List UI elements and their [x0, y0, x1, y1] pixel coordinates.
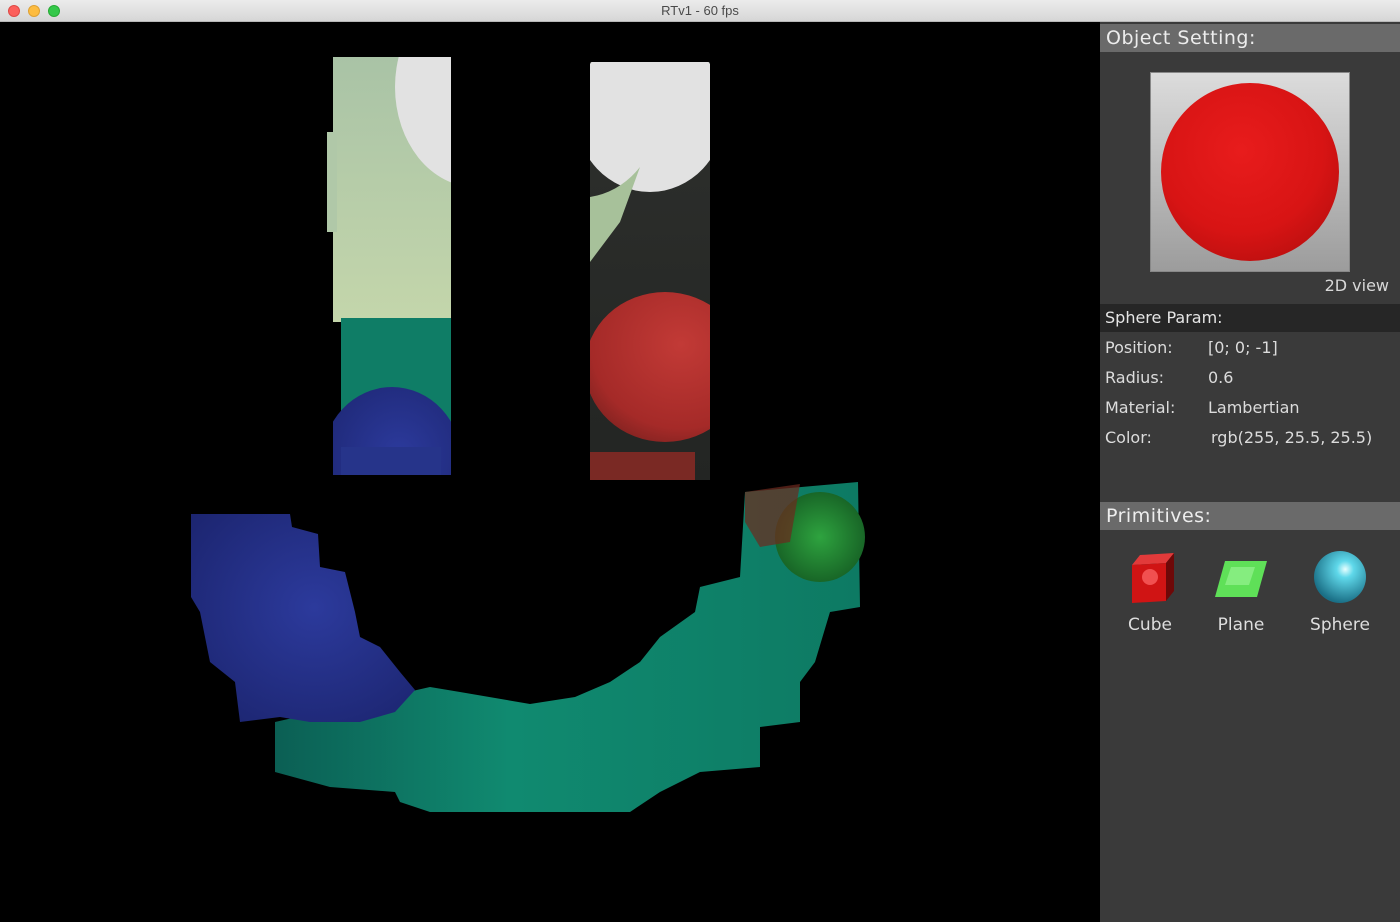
render-viewport[interactable]: [0, 22, 1100, 922]
mouth-render: [191, 482, 865, 812]
left-eye-render: [327, 57, 451, 475]
param-key: Color:: [1105, 428, 1152, 447]
title-bar[interactable]: RTv1 - 60 fps: [0, 0, 1400, 22]
primitive-plane-button[interactable]: Plane: [1201, 547, 1281, 635]
primitives-header: Primitives:: [1100, 502, 1400, 530]
object-setting-header: Object Setting:: [1100, 24, 1400, 52]
window-title: RTv1 - 60 fps: [661, 3, 739, 18]
sphere-param-header: Sphere Param:: [1100, 304, 1400, 332]
param-key: Radius:: [1105, 368, 1165, 387]
right-eye-render: [590, 62, 710, 480]
param-value[interactable]: rgb(255, 25.5, 25.5): [1211, 428, 1372, 447]
param-key: Position:: [1105, 338, 1173, 357]
preview-sphere: [1161, 83, 1339, 261]
primitive-label: Sphere: [1310, 615, 1370, 635]
primitive-label: Cube: [1128, 615, 1172, 635]
preview-mode-label[interactable]: 2D view: [1325, 276, 1389, 295]
param-key: Material:: [1105, 398, 1176, 417]
param-value[interactable]: Lambertian: [1208, 398, 1300, 417]
primitive-cube-button[interactable]: Cube: [1110, 547, 1190, 635]
param-value[interactable]: 0.6: [1208, 368, 1233, 387]
object-settings-panel: Object Setting: 2D view Sphere Param: Po…: [1100, 22, 1400, 922]
param-value[interactable]: [0; 0; -1]: [1208, 338, 1278, 357]
cube-icon: [1132, 553, 1174, 603]
primitive-sphere-button[interactable]: Sphere: [1300, 547, 1380, 635]
sphere-icon: [1314, 551, 1366, 603]
app-window: RTv1 - 60 fps Object Setting: 2D view Sp…: [0, 0, 1400, 922]
primitive-label: Plane: [1217, 615, 1265, 635]
render-canvas[interactable]: [0, 22, 1100, 922]
object-preview: [1150, 72, 1350, 272]
plane-icon: [1215, 561, 1267, 597]
